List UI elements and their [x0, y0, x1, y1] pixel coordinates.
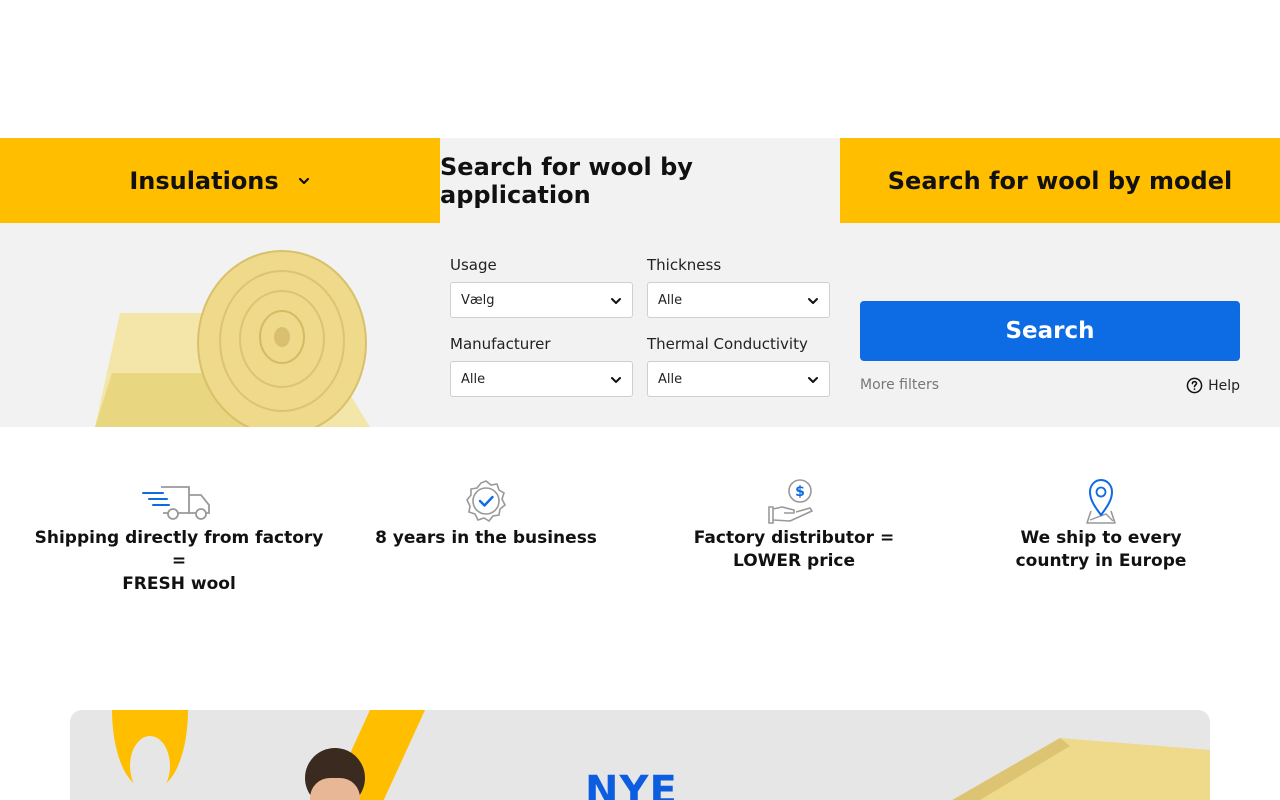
top-header — [0, 0, 1280, 138]
help-circle-icon — [1186, 377, 1203, 394]
features-row: Shipping directly from factory = FRESH w… — [0, 427, 1280, 657]
help-label: Help — [1208, 377, 1240, 394]
tab-application-label: Search for wool by application — [440, 152, 693, 209]
feature-shipping-text: Shipping directly from factory = FRESH w… — [34, 528, 324, 594]
banner-headline: NYE — [585, 768, 678, 800]
tab-search-by-model[interactable]: Search for wool by model — [840, 138, 1280, 223]
chevron-down-icon — [808, 298, 818, 304]
chevron-down-icon — [298, 177, 309, 184]
thermal-conductivity-select[interactable]: Alle — [647, 361, 830, 397]
thickness-label: Thickness — [647, 256, 722, 274]
badge-check-icon — [466, 480, 507, 523]
usage-select[interactable]: Vælg — [450, 282, 633, 318]
thickness-select[interactable]: Alle — [647, 282, 830, 318]
map-pin-icon — [1086, 479, 1116, 524]
feature-years-text: 8 years in the business — [375, 528, 597, 548]
svg-text:$: $ — [795, 484, 805, 500]
tab-search-by-application[interactable]: Search for wool by application — [440, 138, 840, 223]
usage-label: Usage — [450, 256, 497, 274]
hand-dollar-icon: $ — [768, 479, 813, 524]
chevron-down-icon — [808, 377, 818, 383]
search-tabs: Insulations Search for wool by applicati… — [0, 138, 1280, 223]
feature-shipping: Shipping directly from factory = FRESH w… — [29, 477, 329, 596]
thermal-conductivity-select-value: Alle — [658, 371, 683, 387]
truck-icon — [142, 486, 210, 520]
manufacturer-label: Manufacturer — [450, 335, 551, 353]
feature-distributor: $ Factory distributor = LOWER price — [644, 477, 944, 573]
tab-insulations[interactable]: Insulations — [0, 138, 440, 223]
help-link[interactable]: Help — [1186, 377, 1240, 394]
manufacturer-select-value: Alle — [461, 371, 486, 387]
tab-model-label: Search for wool by model — [887, 166, 1233, 195]
thickness-select-value: Alle — [658, 292, 683, 308]
feature-distributor-text: Factory distributor = LOWER price — [693, 528, 895, 571]
search-button[interactable]: Search — [860, 301, 1240, 361]
tab-insulations-label: Insulations — [129, 166, 279, 195]
chevron-down-icon — [611, 377, 621, 383]
wool-roll-image — [95, 250, 370, 427]
feature-europe: We ship to every country in Europe — [951, 477, 1251, 573]
filter-panel: Usage Vælg Thickness Alle Manufacturer A… — [0, 223, 1280, 427]
manufacturer-select[interactable]: Alle — [450, 361, 633, 397]
more-filters-link[interactable]: More filters — [860, 377, 939, 393]
promo-banner[interactable]: NYE — [70, 710, 1210, 800]
usage-select-value: Vælg — [461, 292, 495, 308]
feature-years: 8 years in the business — [336, 477, 636, 550]
chevron-down-icon — [611, 298, 621, 304]
thermal-conductivity-label: Thermal Conductivity — [647, 335, 808, 353]
feature-europe-text: We ship to every country in Europe — [1015, 528, 1187, 571]
